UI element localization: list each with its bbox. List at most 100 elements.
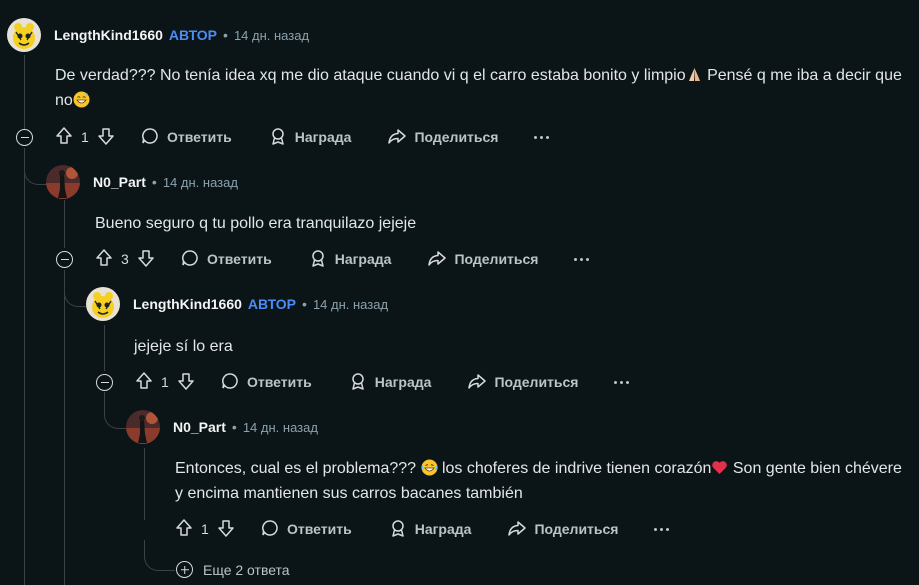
reply-label: Ответить bbox=[167, 129, 232, 145]
comment-actions: 3 Ответить Награда Поделиться bbox=[94, 243, 590, 275]
chat-bubble-icon bbox=[260, 518, 280, 541]
share-label: Поделиться bbox=[534, 521, 619, 537]
avatar[interactable] bbox=[46, 165, 80, 199]
thread-line[interactable] bbox=[24, 148, 25, 585]
thread-line[interactable] bbox=[64, 270, 65, 585]
reply-button[interactable]: Ответить bbox=[140, 126, 232, 149]
avatar[interactable] bbox=[86, 287, 120, 321]
share-label: Поделиться bbox=[414, 129, 499, 145]
avatar[interactable] bbox=[7, 18, 41, 52]
comment-thread: LengthKind1660 АВТОР • 14 дн. назад De v… bbox=[0, 0, 919, 585]
vote-controls: 3 bbox=[94, 248, 156, 271]
timestamp[interactable]: 14 дн. назад bbox=[313, 297, 388, 312]
comment-header: LengthKind1660 АВТОР • 14 дн. назад bbox=[7, 15, 309, 55]
thread-line[interactable] bbox=[64, 200, 65, 248]
vote-controls: 1 bbox=[134, 371, 196, 394]
downvote-icon[interactable] bbox=[216, 518, 236, 541]
award-label: Награда bbox=[414, 521, 472, 537]
upvote-icon[interactable] bbox=[174, 518, 194, 541]
op-badge: АВТОР bbox=[247, 296, 297, 312]
share-icon bbox=[467, 371, 487, 394]
reply-button[interactable]: Ответить bbox=[260, 518, 352, 541]
award-button[interactable]: Награда bbox=[308, 248, 392, 271]
reply-button[interactable]: Ответить bbox=[180, 248, 272, 271]
award-button[interactable]: Награда bbox=[388, 518, 472, 541]
downvote-icon[interactable] bbox=[96, 126, 116, 149]
thread-elbow bbox=[64, 270, 87, 307]
reply-label: Ответить bbox=[247, 374, 312, 390]
chat-bubble-icon bbox=[140, 126, 160, 149]
comment-body: De verdad??? No tenía idea xq me dio ata… bbox=[55, 63, 905, 113]
comment-actions: 1 Ответить Награда Поделиться bbox=[134, 366, 630, 398]
award-button[interactable]: Награда bbox=[348, 371, 432, 394]
separator-dot: • bbox=[231, 419, 237, 435]
comment-body: Bueno seguro q tu pollo era tranquilazo … bbox=[95, 211, 895, 236]
folded-hands-icon bbox=[686, 66, 703, 83]
comment-body: jejeje sí lo era bbox=[134, 334, 894, 359]
collapse-button[interactable] bbox=[16, 129, 33, 146]
downvote-icon[interactable] bbox=[136, 248, 156, 271]
timestamp[interactable]: 14 дн. назад bbox=[234, 28, 309, 43]
thread-line[interactable] bbox=[104, 325, 105, 371]
chat-bubble-icon bbox=[180, 248, 200, 271]
share-button[interactable]: Поделиться bbox=[387, 126, 498, 149]
op-badge: АВТОР bbox=[168, 27, 218, 43]
author-name[interactable]: N0_Part bbox=[93, 174, 146, 190]
comment-header: N0_Part • 14 дн. назад bbox=[46, 162, 238, 202]
vote-count: 3 bbox=[121, 251, 129, 267]
comment-actions: 1 Ответить Награда Поделиться bbox=[174, 513, 670, 545]
collapse-button[interactable] bbox=[56, 251, 73, 268]
upvote-icon[interactable] bbox=[94, 248, 114, 271]
award-icon bbox=[348, 371, 368, 394]
share-button[interactable]: Поделиться bbox=[507, 518, 618, 541]
thread-line[interactable] bbox=[24, 55, 25, 135]
separator-dot: • bbox=[151, 174, 157, 190]
thread-line[interactable] bbox=[144, 448, 145, 520]
timestamp[interactable]: 14 дн. назад bbox=[243, 420, 318, 435]
comment-text: jejeje sí lo era bbox=[134, 338, 233, 355]
award-icon bbox=[308, 248, 328, 271]
more-options-icon[interactable] bbox=[614, 380, 630, 384]
downvote-icon[interactable] bbox=[176, 371, 196, 394]
author-name[interactable]: LengthKind1660 bbox=[133, 296, 242, 312]
vote-count: 1 bbox=[81, 129, 89, 145]
share-icon bbox=[387, 126, 407, 149]
avatar[interactable] bbox=[126, 410, 160, 444]
award-button[interactable]: Награда bbox=[268, 126, 352, 149]
more-options-icon[interactable] bbox=[534, 135, 550, 139]
vote-controls: 1 bbox=[54, 126, 116, 149]
comment-text: Bueno seguro q tu pollo era tranquilazo … bbox=[95, 215, 417, 232]
grinning-sweat-icon bbox=[73, 91, 90, 108]
award-label: Награда bbox=[294, 129, 352, 145]
timestamp[interactable]: 14 дн. назад bbox=[163, 175, 238, 190]
vote-controls: 1 bbox=[174, 518, 236, 541]
share-label: Поделиться bbox=[454, 251, 539, 267]
share-icon bbox=[427, 248, 447, 271]
laughing-tears-icon bbox=[420, 459, 438, 476]
share-button[interactable]: Поделиться bbox=[467, 371, 578, 394]
comment-text: Entonces, cual es el problema??? bbox=[175, 460, 417, 477]
vote-count: 1 bbox=[201, 521, 209, 537]
more-options-icon[interactable] bbox=[654, 527, 670, 531]
collapse-button[interactable] bbox=[96, 374, 113, 391]
author-name[interactable]: N0_Part bbox=[173, 419, 226, 435]
separator-dot: • bbox=[223, 27, 228, 43]
author-name[interactable]: LengthKind1660 bbox=[54, 27, 163, 43]
vote-count: 1 bbox=[161, 374, 169, 390]
upvote-icon[interactable] bbox=[54, 126, 74, 149]
separator-dot: • bbox=[302, 296, 307, 312]
share-button[interactable]: Поделиться bbox=[427, 248, 538, 271]
reply-label: Ответить bbox=[287, 521, 352, 537]
thread-elbow bbox=[24, 148, 47, 185]
more-replies-label: Еще 2 ответа bbox=[203, 561, 290, 578]
more-options-icon[interactable] bbox=[574, 257, 590, 261]
red-heart-icon bbox=[711, 459, 728, 476]
award-label: Награда bbox=[334, 251, 392, 267]
award-label: Награда bbox=[374, 374, 432, 390]
comment-header: LengthKind1660 АВТОР • 14 дн. назад bbox=[86, 284, 388, 324]
comment-header: N0_Part • 14 дн. назад bbox=[126, 407, 318, 447]
upvote-icon[interactable] bbox=[134, 371, 154, 394]
reply-button[interactable]: Ответить bbox=[220, 371, 312, 394]
more-replies-button[interactable]: Еще 2 ответа bbox=[176, 561, 290, 578]
share-icon bbox=[507, 518, 527, 541]
